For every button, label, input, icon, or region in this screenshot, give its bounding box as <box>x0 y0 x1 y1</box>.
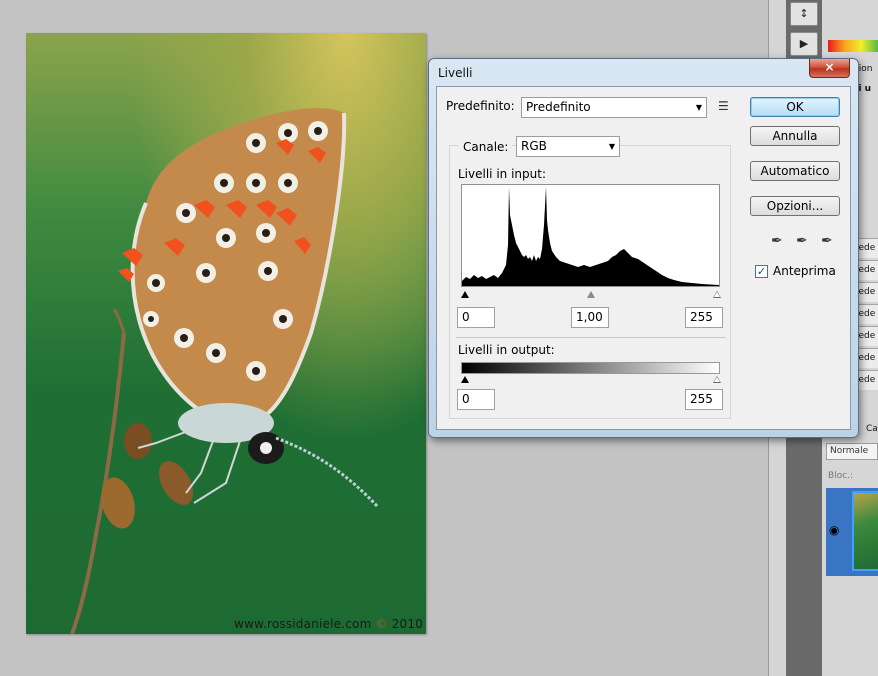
options-button[interactable]: Opzioni... <box>750 196 840 216</box>
preset-label: Predefinito: <box>446 99 515 113</box>
input-black-slider[interactable] <box>461 291 469 298</box>
butterfly-photo[interactable]: www.rossidaniele.com © 2010 <box>26 33 426 634</box>
preset-menu-icon[interactable]: ☰ <box>718 99 729 113</box>
chevron-down-icon: ▼ <box>695 103 702 112</box>
input-gamma-slider[interactable] <box>587 291 595 298</box>
output-levels-label: Livelli in output: <box>458 343 555 357</box>
input-gamma-field[interactable]: 1,00 <box>571 307 609 328</box>
channel-label: Canale: <box>459 140 513 154</box>
watermark-year: 2010 <box>391 617 424 631</box>
layer-row[interactable]: ◉ <box>826 488 878 576</box>
section-divider <box>456 337 726 338</box>
eyedropper-group: ✒ ✒ ✒ <box>771 232 841 252</box>
input-black-field[interactable]: 0 <box>457 307 495 328</box>
preset-select-value: Predefinito <box>526 100 591 114</box>
actions-play-icon[interactable]: ▶ <box>790 32 818 56</box>
channel-select-value: RGB <box>521 139 547 153</box>
lock-label: Bloc.: <box>828 471 854 481</box>
white-eyedropper-icon[interactable]: ✒ <box>821 232 837 250</box>
butterfly-illustration <box>70 108 380 634</box>
dialog-title: Livelli <box>438 66 473 80</box>
close-button[interactable]: × <box>809 59 850 78</box>
histogram-graph <box>462 187 719 286</box>
chevron-down-icon: ▼ <box>608 142 615 151</box>
gray-eyedropper-icon[interactable]: ✒ <box>796 232 812 250</box>
preview-label: Anteprima <box>773 264 836 278</box>
cancel-button[interactable]: Annulla <box>750 126 840 146</box>
watermark-copyright: © <box>375 617 388 631</box>
input-white-field[interactable]: 255 <box>685 307 723 328</box>
history-panel-icon[interactable]: ↕ <box>790 2 818 26</box>
preset-select[interactable]: Predefinito ▼ <box>521 97 707 118</box>
black-eyedropper-icon[interactable]: ✒ <box>771 232 787 250</box>
channel-select[interactable]: RGB ▼ <box>516 136 620 157</box>
levels-dialog: Livelli × Predefinito: Predefinito ▼ ☰ C… <box>428 58 859 438</box>
eye-icon[interactable]: ◉ <box>829 524 845 536</box>
output-black-field[interactable]: 0 <box>457 389 495 410</box>
dialog-client: Predefinito: Predefinito ▼ ☰ Canale: RGB… <box>436 86 851 430</box>
output-gradient <box>461 362 720 374</box>
auto-button[interactable]: Automatico <box>750 161 840 181</box>
blend-mode-select[interactable]: Normale <box>826 443 878 460</box>
output-white-slider[interactable] <box>713 376 721 383</box>
watermark-site: www.rossidaniele.com <box>234 617 372 631</box>
input-white-slider[interactable] <box>713 291 721 298</box>
layer-thumbnail <box>852 491 878 571</box>
photo-watermark: www.rossidaniele.com © 2010 <box>234 617 423 631</box>
color-spectrum-bar[interactable] <box>828 40 878 52</box>
channels-tab[interactable]: Ca <box>866 424 878 434</box>
histogram <box>461 184 720 287</box>
output-white-field[interactable]: 255 <box>685 389 723 410</box>
ok-button[interactable]: OK <box>750 97 840 117</box>
preview-checkbox[interactable]: ✓ <box>755 265 768 278</box>
output-black-slider[interactable] <box>461 376 469 383</box>
input-levels-label: Livelli in input: <box>458 167 546 181</box>
